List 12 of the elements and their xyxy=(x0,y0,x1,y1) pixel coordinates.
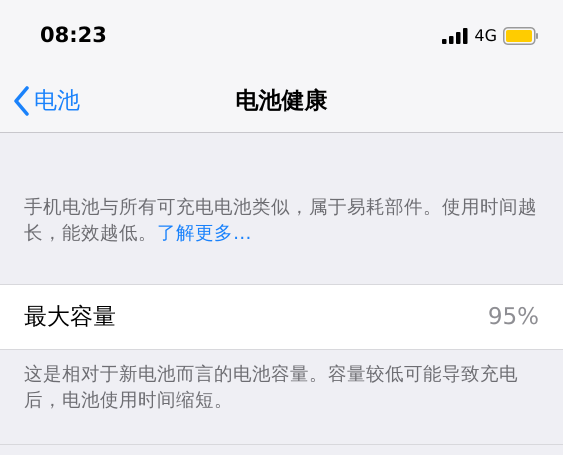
row-footer-text: 这是相对于新电池而言的电池容量。容量较低可能导致充电后，电池使用时间缩短。 xyxy=(0,350,563,445)
network-label: 4G xyxy=(474,25,497,47)
nav-title: 电池健康 xyxy=(236,86,328,116)
status-time: 08:23 xyxy=(40,22,107,50)
row-label: 最大容量 xyxy=(24,302,116,332)
back-button[interactable]: 电池 xyxy=(12,84,80,118)
battery-icon xyxy=(503,27,539,45)
signal-icon xyxy=(442,28,468,44)
learn-more-link[interactable]: 了解更多… xyxy=(157,223,252,244)
row-value: 95% xyxy=(488,302,539,332)
intro-text: 手机电池与所有可充电电池类似，属于易耗部件。使用时间越长，能效越低。了解更多… xyxy=(23,196,538,246)
chevron-left-icon xyxy=(12,86,30,116)
